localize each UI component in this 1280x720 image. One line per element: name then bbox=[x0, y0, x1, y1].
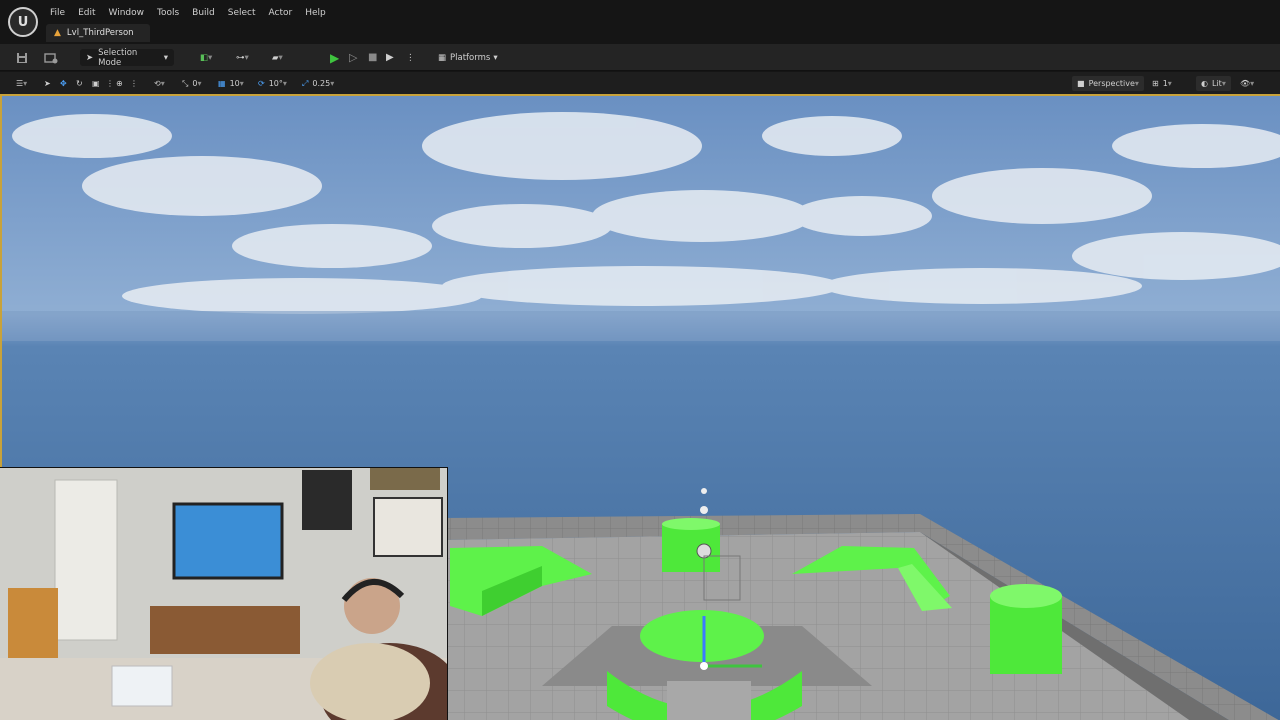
step-icon[interactable]: ▷ bbox=[349, 49, 357, 66]
stop-icon[interactable]: ■ bbox=[368, 49, 377, 66]
chevron-down-icon: ▾ bbox=[1134, 79, 1139, 88]
blueprints-button[interactable]: ⊶ ▾ bbox=[236, 49, 249, 66]
chevron-down-icon: ▾ bbox=[163, 52, 168, 63]
selection-mode-dropdown[interactable]: ➤ Selection Mode ▾ bbox=[80, 47, 174, 68]
grid-snap[interactable]: ▦ 10 ▾ bbox=[218, 76, 244, 91]
selection-mode-label: Selection Mode bbox=[98, 47, 138, 68]
content-browser-icon[interactable] bbox=[44, 49, 58, 66]
rotate-snap-icon: ⟳ bbox=[258, 79, 265, 88]
add-actor-button[interactable]: ◧ ▾ bbox=[200, 49, 212, 66]
webcam-feed bbox=[0, 468, 447, 720]
chevron-down-icon: ▾ bbox=[208, 52, 213, 63]
horizon-haze bbox=[2, 311, 1280, 341]
chevron-down-icon: ▾ bbox=[244, 52, 249, 63]
light-icon[interactable] bbox=[700, 506, 708, 514]
cinematics-button[interactable]: ▰ ▾ bbox=[272, 49, 283, 66]
level-tab[interactable]: ▲ Lvl_ThirdPerson bbox=[46, 24, 150, 42]
back-cylinder-top[interactable] bbox=[662, 518, 720, 530]
menu-bar: U File Edit Window Tools Build Select Ac… bbox=[0, 0, 1280, 44]
bin bbox=[111, 665, 173, 707]
viewport-toolbar: ☰ ▾ ➤ ✥ ↻ ▣ ⋮ ⊕ ⋮ ⟲ ▾ ⤡ 0 ▾ ▦ 10 ▾ ⟳ 10° ▾… bbox=[0, 72, 1280, 94]
unreal-logo-icon[interactable]: U bbox=[8, 7, 38, 37]
rotate-snap[interactable]: ⟳ 10° ▾ bbox=[258, 76, 287, 91]
menu-help[interactable]: Help bbox=[299, 6, 332, 20]
layout-dropdown[interactable]: ⊞ 1 ▾ bbox=[1152, 76, 1172, 91]
perspective-dropdown[interactable]: ■ Perspective ▾ bbox=[1072, 76, 1144, 91]
door bbox=[54, 479, 118, 641]
chevron-down-icon: ▾ bbox=[197, 79, 202, 88]
right-cylinder-top[interactable] bbox=[990, 584, 1062, 608]
chevron-down-icon: ▾ bbox=[239, 79, 244, 88]
menu-actor[interactable]: Actor bbox=[263, 6, 299, 20]
scale-snap-icon: ⤢ bbox=[302, 78, 309, 88]
play-icon[interactable]: ▶ bbox=[330, 49, 339, 66]
more-icon[interactable]: ⋮ bbox=[406, 49, 415, 66]
person-blanket bbox=[310, 643, 430, 720]
main-toolbar: ➤ Selection Mode ▾ ◧ ▾ ⊶ ▾ ▰ ▾ ▶ ▷ ■ ▶ ⋮ ▦ … bbox=[0, 44, 1280, 71]
move-icon[interactable]: ✥ bbox=[60, 76, 67, 91]
tv bbox=[172, 502, 284, 580]
camera-icon: ■ bbox=[1077, 79, 1085, 88]
tv-stand bbox=[150, 606, 300, 654]
viewport-options-icon[interactable]: ☰ ▾ bbox=[16, 76, 27, 91]
menu-tools[interactable]: Tools bbox=[151, 6, 185, 20]
scale-snap[interactable]: ⤢ 0.25 ▾ bbox=[302, 76, 334, 91]
menu-edit[interactable]: Edit bbox=[72, 6, 101, 20]
scale-icon[interactable]: ▣ bbox=[92, 76, 100, 91]
menu-build[interactable]: Build bbox=[186, 6, 221, 20]
chevron-down-icon: ▾ bbox=[278, 52, 283, 63]
grid-snap-value: 10 bbox=[229, 79, 240, 88]
layout-icon: ⊞ bbox=[1152, 79, 1159, 88]
shelf-left bbox=[8, 588, 58, 658]
lit-label: Lit bbox=[1211, 79, 1222, 88]
menu-file[interactable]: File bbox=[44, 6, 71, 20]
platforms-icon: ▦ bbox=[438, 52, 447, 63]
chevron-down-icon: ▾ bbox=[1221, 79, 1226, 88]
chevron-down-icon: ▾ bbox=[1167, 79, 1172, 88]
level-tab-label: Lvl_ThirdPerson bbox=[66, 28, 134, 38]
center-stairs[interactable] bbox=[667, 681, 751, 720]
save-icon[interactable] bbox=[16, 49, 28, 66]
surface-snap-icon[interactable]: ⟲ ▾ bbox=[154, 76, 165, 91]
scale-snap-value: 0.25 bbox=[312, 79, 331, 88]
chevron-down-icon: ▾ bbox=[493, 52, 498, 63]
poster-dark bbox=[302, 470, 352, 530]
menu-window[interactable]: Window bbox=[103, 6, 151, 20]
translate-snap[interactable]: ⤡ 0 ▾ bbox=[182, 76, 202, 91]
show-dropdown[interactable]: 👁 ▾ bbox=[1240, 76, 1254, 91]
center-disc[interactable] bbox=[640, 610, 764, 662]
eye-icon: 👁 bbox=[1240, 79, 1251, 88]
menu-select[interactable]: Select bbox=[222, 6, 262, 20]
chevron-down-icon: ▾ bbox=[330, 79, 335, 88]
world-icon[interactable]: ⊕ bbox=[116, 76, 123, 91]
chevron-down-icon: ▾ bbox=[282, 79, 287, 88]
lit-dropdown[interactable]: ◐ Lit ▾ bbox=[1196, 76, 1231, 91]
cursor-icon: ➤ bbox=[86, 52, 94, 63]
level-icon: ▲ bbox=[54, 28, 61, 38]
select-icon[interactable]: ➤ bbox=[44, 76, 51, 91]
sun-icon[interactable] bbox=[701, 488, 707, 494]
blueprint-icon: ⊶ bbox=[236, 52, 245, 63]
webcam-overlay bbox=[0, 467, 448, 720]
platforms-label: Platforms bbox=[450, 52, 491, 63]
chevron-down-icon: ▾ bbox=[1250, 79, 1255, 88]
main-menu: File Edit Window Tools Build Select Acto… bbox=[44, 6, 333, 20]
back-cylinder[interactable] bbox=[662, 524, 720, 572]
more-icon[interactable]: ⋮ bbox=[130, 76, 138, 91]
more-icon[interactable]: ⋮ bbox=[106, 76, 114, 91]
add-cube-icon: ◧ bbox=[200, 52, 209, 63]
translate-snap-icon: ⤡ bbox=[182, 78, 189, 88]
poster-starwars bbox=[373, 497, 443, 557]
rotate-snap-value: 10° bbox=[268, 79, 283, 88]
gizmo-center[interactable] bbox=[700, 662, 708, 670]
poster-top bbox=[370, 468, 440, 490]
grid-snap-icon: ▦ bbox=[218, 79, 226, 88]
eject-icon[interactable]: ▶ bbox=[386, 49, 394, 66]
platforms-dropdown[interactable]: ▦ Platforms ▾ bbox=[438, 49, 498, 66]
perspective-label: Perspective bbox=[1088, 79, 1135, 88]
rotate-icon[interactable]: ↻ bbox=[76, 76, 83, 91]
lit-icon: ◐ bbox=[1201, 79, 1208, 88]
